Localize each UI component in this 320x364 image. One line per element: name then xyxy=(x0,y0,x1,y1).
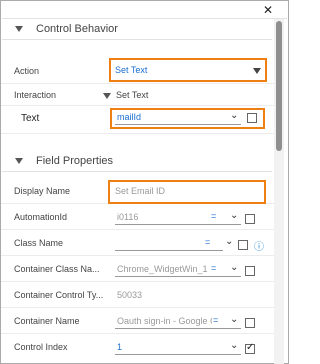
control-index-checkbox[interactable] xyxy=(245,342,255,354)
class-name-field[interactable]: = xyxy=(115,236,223,251)
collapse-triangle-icon[interactable] xyxy=(15,26,23,32)
property-row: Container Class Na... Chrome_WidgetWin_1… xyxy=(1,256,276,282)
chevron-down-icon[interactable]: ⌄ xyxy=(230,314,238,325)
close-icon[interactable]: ✕ xyxy=(261,3,275,17)
operator-select[interactable]: = xyxy=(211,263,216,273)
property-row: Class Name = ⌄ ⓘ xyxy=(1,230,276,256)
chevron-down-icon[interactable]: ⌄ xyxy=(230,210,238,221)
section-title: Control Behavior xyxy=(36,23,118,35)
text-label: Text xyxy=(21,113,40,124)
properties-panel: ✕ Control Behavior Action Set Text Inter… xyxy=(0,0,289,364)
property-row: Container Name Oauth sign-in - Google Cl… xyxy=(1,308,276,334)
class-name-checkbox[interactable] xyxy=(238,240,248,250)
operator-select[interactable]: = xyxy=(205,237,210,247)
section-title: Field Properties xyxy=(36,155,114,167)
action-label: Action xyxy=(14,66,40,76)
container-class-checkbox[interactable] xyxy=(245,266,255,276)
interaction-row: Interaction Set Text xyxy=(1,84,276,106)
action-highlight xyxy=(109,58,267,82)
operator-select[interactable]: = xyxy=(211,211,216,221)
property-label: Container Class Na... xyxy=(14,264,100,274)
chevron-down-icon[interactable]: ⌄ xyxy=(230,340,238,351)
vertical-scrollbar[interactable] xyxy=(274,19,284,364)
container-class-field[interactable]: Chrome_WidgetWin_1 = ⌄ xyxy=(115,262,241,277)
collapse-triangle-icon[interactable] xyxy=(15,158,23,164)
container-control-type-field[interactable]: 50033 xyxy=(115,288,241,303)
property-row: Control Index 1 ⌄ xyxy=(1,334,276,360)
field-properties-header[interactable]: Field Properties xyxy=(2,152,272,172)
chevron-down-icon[interactable]: ⌄ xyxy=(230,262,238,273)
property-label: AutomationId xyxy=(14,212,68,222)
info-icon[interactable]: ⓘ xyxy=(254,238,264,253)
text-highlight xyxy=(110,108,265,129)
property-label: Control Index xyxy=(14,342,68,352)
scrollbar-thumb[interactable] xyxy=(276,21,282,151)
expand-triangle-icon[interactable] xyxy=(103,93,111,99)
container-name-field[interactable]: Oauth sign-in - Google Cl = ⌄ xyxy=(115,314,241,329)
property-label: Display Name xyxy=(14,186,71,196)
operator-select[interactable]: = xyxy=(213,315,218,325)
container-name-checkbox[interactable] xyxy=(245,318,255,328)
automation-id-checkbox[interactable] xyxy=(245,214,255,224)
property-label: Container Control Ty... xyxy=(14,290,104,300)
chevron-down-icon[interactable]: ⌄ xyxy=(225,236,233,247)
display-name-highlight xyxy=(108,180,266,204)
panel-titlebar: ✕ xyxy=(2,2,287,19)
interaction-label: Interaction xyxy=(14,90,57,100)
property-row: Container Control Ty... 50033 xyxy=(1,282,276,308)
property-row: AutomationId i0116 = ⌄ xyxy=(1,204,276,230)
property-label: Container Name xyxy=(14,316,80,326)
control-index-field[interactable]: 1 ⌄ xyxy=(115,340,241,355)
property-label: Class Name xyxy=(14,238,64,248)
control-behavior-header[interactable]: Control Behavior xyxy=(2,20,272,40)
interaction-value: Set Text xyxy=(116,90,149,100)
automation-id-field[interactable]: i0116 = ⌄ xyxy=(115,210,241,225)
